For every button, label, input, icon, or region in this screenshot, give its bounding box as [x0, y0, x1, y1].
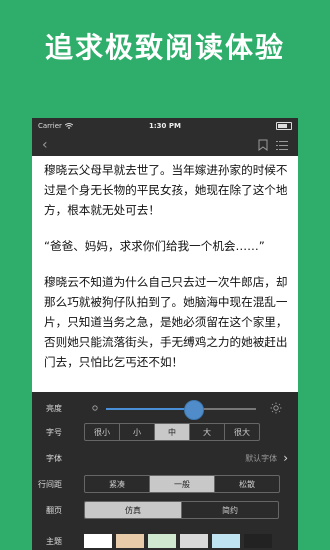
theme-swatch[interactable] [116, 534, 144, 548]
brightness-label: 亮度 [46, 403, 62, 413]
font-size-row: 字号 很小 小 中 大 很大 [32, 422, 298, 442]
page-turn-option[interactable]: 简约 [182, 502, 278, 518]
status-bar: Carrier 1:30 PM [32, 118, 298, 134]
font-size-option[interactable]: 很小 [85, 424, 120, 440]
paragraph: 穆晓云父母早就去世了。当年嫁进孙家的时候不过是个身无长物的平民女孩，她现在除了这… [44, 163, 288, 217]
font-size-selector: 很小 小 中 大 很大 [84, 423, 260, 441]
theme-swatch[interactable] [244, 534, 272, 548]
brightness-high-icon [270, 402, 282, 414]
paragraph: “爸爸、妈妈，求求你们给我一个机会……” [44, 239, 265, 253]
page-turn-row: 翻页 仿真 简约 [32, 500, 298, 520]
font-size-option[interactable]: 中 [155, 424, 190, 440]
brightness-low-icon [92, 405, 98, 411]
promo-headline: 追求极致阅读体验 [44, 31, 285, 64]
theme-swatch[interactable] [212, 534, 240, 548]
font-size-label: 字号 [46, 427, 62, 437]
table-of-contents-icon[interactable] [276, 140, 288, 151]
page-turn-option[interactable]: 仿真 [85, 502, 182, 518]
line-spacing-option[interactable]: 松散 [215, 476, 279, 492]
reader-navbar: ‹ [32, 134, 298, 156]
phone-screen: Carrier 1:30 PM ‹ 穆晓云父母早就去世了。当年嫁进孙家的时候不过… [32, 118, 298, 550]
bookmark-icon[interactable] [258, 139, 268, 151]
theme-label: 主题 [46, 536, 62, 546]
chevron-right-icon: › [283, 451, 288, 465]
line-spacing-option[interactable]: 紧凑 [85, 476, 150, 492]
back-chevron-icon[interactable]: ‹ [42, 137, 48, 153]
reading-content: 穆晓云父母早就去世了。当年嫁进孙家的时候不过是个身无长物的平民女孩，她现在除了这… [32, 156, 298, 396]
settings-panel: 亮度 字号 很小 小 中 大 很大 字体 默认字体 › 行间距 紧凑 一般 松散… [32, 392, 298, 550]
theme-swatch[interactable] [84, 534, 112, 548]
paragraph: 穆晓云不知道为什么自己只去过一次牛郎店，却那么巧就被狗仔队拍到了。她脑海中现在混… [44, 275, 288, 369]
battery-icon [276, 122, 292, 130]
font-row[interactable]: 字体 默认字体 › [32, 448, 298, 468]
page-turn-label: 翻页 [46, 505, 62, 515]
brightness-row: 亮度 [32, 398, 298, 420]
brightness-slider-fill [106, 408, 193, 410]
font-size-option[interactable]: 大 [190, 424, 225, 440]
font-label: 字体 [46, 453, 62, 463]
brightness-slider-thumb[interactable] [184, 400, 204, 420]
font-size-option[interactable]: 很大 [225, 424, 259, 440]
theme-row: 主题 [32, 532, 298, 550]
brightness-slider[interactable] [106, 400, 256, 420]
line-spacing-row: 行间距 紧凑 一般 松散 [32, 474, 298, 494]
line-spacing-selector: 紧凑 一般 松散 [84, 475, 280, 493]
status-time: 1:30 PM [149, 122, 181, 130]
page-turn-selector: 仿真 简约 [84, 501, 279, 519]
theme-swatch[interactable] [148, 534, 176, 548]
font-value: 默认字体 [245, 453, 278, 463]
theme-swatch[interactable] [180, 534, 208, 548]
status-right [276, 122, 292, 130]
font-size-option[interactable]: 小 [120, 424, 155, 440]
theme-swatches [84, 534, 276, 548]
line-spacing-option[interactable]: 一般 [150, 476, 215, 492]
line-spacing-label: 行间距 [38, 479, 62, 489]
